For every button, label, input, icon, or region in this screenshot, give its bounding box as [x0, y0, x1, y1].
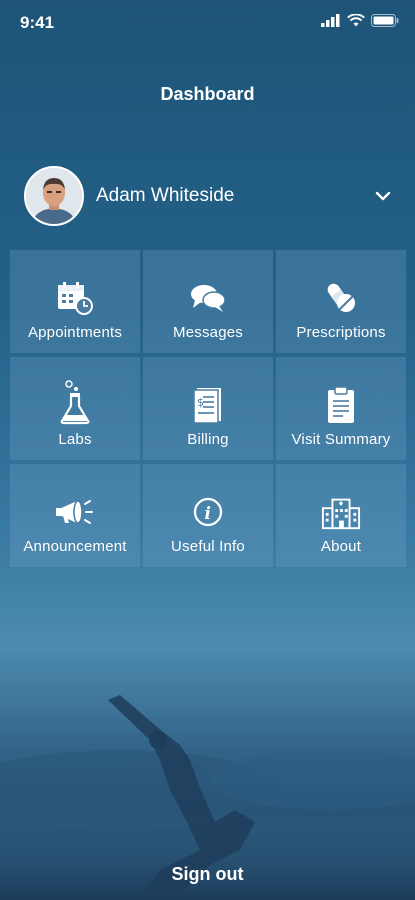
tile-useful-info[interactable]: i Useful Info: [143, 464, 273, 567]
signal-icon: [321, 14, 340, 27]
user-selector[interactable]: Adam Whiteside: [24, 166, 394, 226]
tile-messages[interactable]: Messages: [143, 250, 273, 353]
status-bar: 9:41: [0, 0, 415, 48]
svg-text:$: $: [197, 396, 204, 409]
svg-text:i: i: [205, 504, 211, 524]
chat-bubbles-icon: [188, 278, 228, 318]
hospital-icon: [321, 492, 361, 532]
flask-icon: [55, 379, 95, 425]
user-name: Adam Whiteside: [96, 185, 235, 206]
tile-label: About: [320, 538, 362, 555]
tile-visit-summary[interactable]: Visit Summary: [276, 357, 406, 460]
status-icons: [321, 14, 399, 27]
tile-label: Labs: [58, 431, 92, 448]
battery-icon: [371, 14, 399, 27]
wifi-icon: [347, 14, 365, 27]
chevron-down-icon[interactable]: [372, 185, 394, 207]
status-time: 9:41: [20, 13, 55, 32]
dashboard-grid: Appointments Messages Prescriptions Labs…: [10, 250, 406, 567]
avatar: [24, 166, 84, 226]
tile-prescriptions[interactable]: Prescriptions: [276, 250, 406, 353]
pills-icon: [321, 278, 361, 318]
calendar-clock-icon: [55, 278, 95, 318]
tile-label: Billing: [187, 431, 229, 448]
tile-about[interactable]: About: [276, 464, 406, 567]
tile-billing[interactable]: $ Billing: [143, 357, 273, 460]
tile-label: Visit Summary: [291, 431, 391, 448]
sign-out-button[interactable]: Sign out: [0, 864, 415, 885]
tile-label: Useful Info: [171, 538, 245, 555]
tile-label: Messages: [173, 324, 243, 341]
tile-appointments[interactable]: Appointments: [10, 250, 140, 353]
tile-labs[interactable]: Labs: [10, 357, 140, 460]
tile-label: Announcement: [23, 538, 127, 555]
invoice-icon: $: [188, 385, 228, 425]
page-title: Dashboard: [160, 84, 255, 104]
tile-label: Prescriptions: [296, 324, 386, 341]
info-icon: i: [188, 492, 228, 532]
background-yoga-scene: [0, 695, 415, 900]
megaphone-icon: [55, 492, 95, 532]
tile-announcement[interactable]: Announcement: [10, 464, 140, 567]
tile-label: Appointments: [27, 324, 123, 341]
clipboard-icon: [321, 385, 361, 425]
